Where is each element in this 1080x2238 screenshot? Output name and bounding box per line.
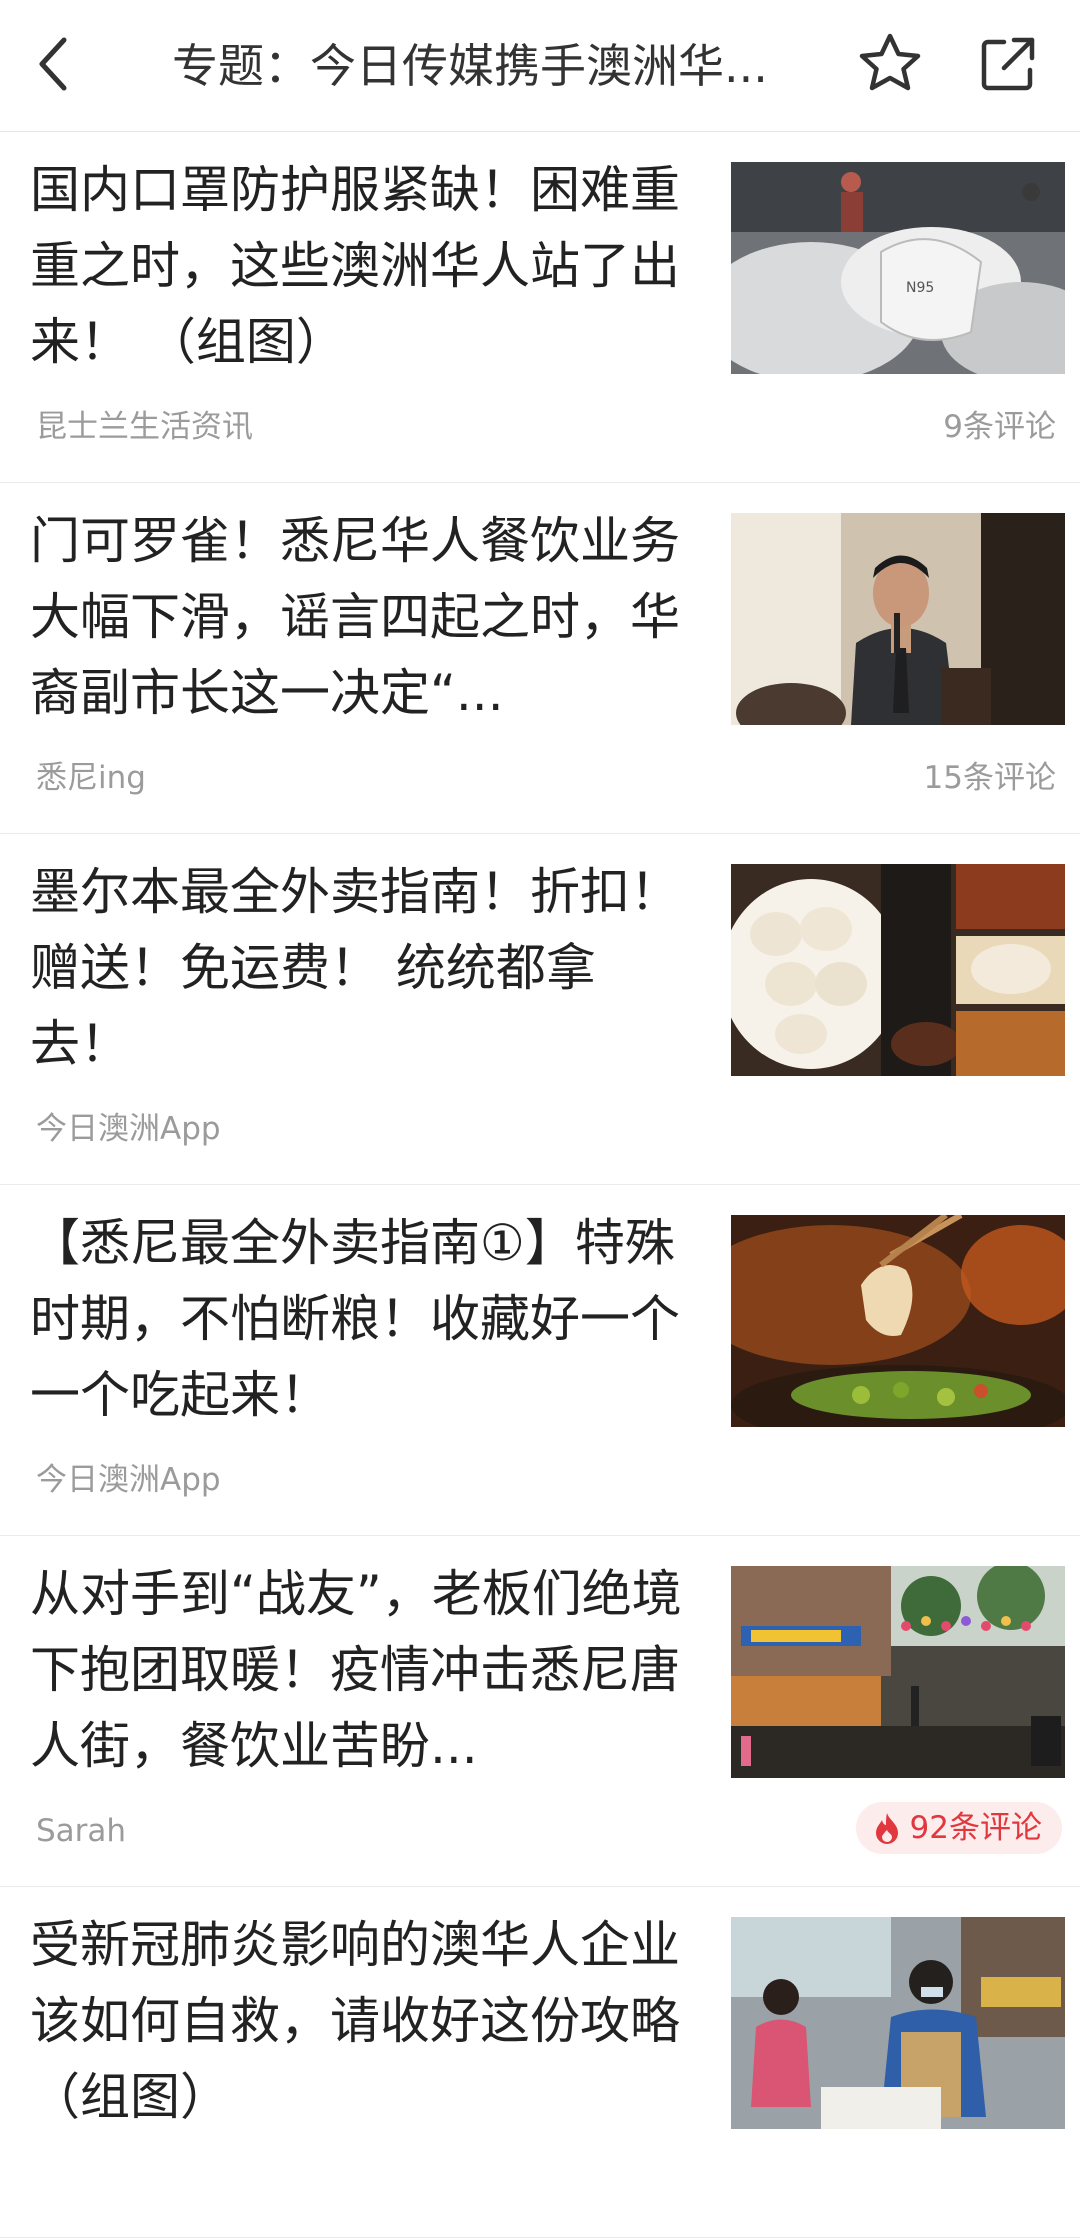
article-list: 国内口罩防护服紧缺！困难重重之时，这些澳洲华人站了出来！ （组图） 昆士兰生活资…	[0, 132, 1080, 2238]
article-title: 【悉尼最全外卖指南①】特殊时期，不怕断粮！收藏好一个一个吃起来！	[30, 1214, 680, 1424]
list-item[interactable]: 从对手到“战友”，老板们绝境下抱团取暖！疫情冲击悉尼唐人街，餐饮业苦盼... S…	[0, 1536, 1080, 1887]
flame-icon	[875, 1813, 898, 1844]
list-item[interactable]: 【悉尼最全外卖指南①】特殊时期，不怕断粮！收藏好一个一个吃起来！ 今日澳洲App	[0, 1185, 1080, 1536]
article-thumbnail	[731, 513, 1065, 725]
comment-count: 15条评论	[923, 760, 1056, 796]
article-title: 国内口罩防护服紧缺！困难重重之时，这些澳洲华人站了出来！ （组图）	[30, 161, 680, 371]
article-thumbnail	[731, 1215, 1065, 1427]
page-title: 专题：今日传媒携手澳洲华...	[172, 39, 768, 93]
share-icon	[981, 37, 1035, 91]
list-item[interactable]: 墨尔本最全外卖指南！折扣！赠送！免运费！ 统统都拿去！ 今日澳洲App	[0, 834, 1080, 1185]
masks-photo: N95	[731, 162, 1065, 374]
chevron-left-icon	[39, 37, 67, 91]
list-item[interactable]: 门可罗雀！悉尼华人餐饮业务大幅下滑，谣言四起之时，华裔副市长这一决定“... 悉…	[0, 483, 1080, 834]
article-thumbnail: N95	[731, 162, 1065, 374]
share-button[interactable]	[966, 22, 1050, 106]
article-source: 昆士兰生活资讯	[36, 409, 253, 445]
article-title: 墨尔本最全外卖指南！折扣！赠送！免运费！ 统统都拿去！	[30, 863, 680, 1073]
article-source: 悉尼ing	[36, 760, 146, 796]
chinatown-street-photo	[731, 1566, 1065, 1778]
back-button[interactable]	[14, 22, 98, 106]
comment-count: 92条评论	[909, 1810, 1042, 1846]
article-source: 今日澳洲App	[36, 1462, 221, 1498]
top-bar: 专题：今日传媒携手澳洲华...	[0, 0, 1080, 132]
favorite-button[interactable]	[848, 22, 932, 106]
market-workers-photo	[731, 1917, 1065, 2129]
hot-comment-badge: 92条评论	[855, 1802, 1062, 1854]
article-title: 门可罗雀！悉尼华人餐饮业务大幅下滑，谣言四起之时，华裔副市长这一决定“...	[30, 512, 680, 722]
article-thumbnail	[731, 864, 1065, 1076]
svg-text:N95: N95	[906, 280, 934, 296]
article-thumbnail	[731, 1917, 1065, 2129]
list-item[interactable]: 受新冠肺炎影响的澳华人企业该如何自救，请收好这份攻略（组图）	[0, 1887, 1080, 2238]
article-source: Sarah	[36, 1813, 127, 1849]
article-title: 受新冠肺炎影响的澳华人企业该如何自救，请收好这份攻略（组图）	[30, 1916, 680, 2126]
article-source: 今日澳洲App	[36, 1111, 221, 1147]
list-item[interactable]: 国内口罩防护服紧缺！困难重重之时，这些澳洲华人站了出来！ （组图） 昆士兰生活资…	[0, 132, 1080, 483]
dumplings-photo	[731, 864, 1065, 1076]
dumpling-chopsticks-photo	[731, 1215, 1065, 1427]
speaker-photo	[731, 513, 1065, 725]
article-thumbnail	[731, 1566, 1065, 1778]
comment-count: 9条评论	[943, 409, 1056, 445]
article-title: 从对手到“战友”，老板们绝境下抱团取暖！疫情冲击悉尼唐人街，餐饮业苦盼...	[30, 1565, 682, 1775]
star-icon	[859, 33, 921, 91]
